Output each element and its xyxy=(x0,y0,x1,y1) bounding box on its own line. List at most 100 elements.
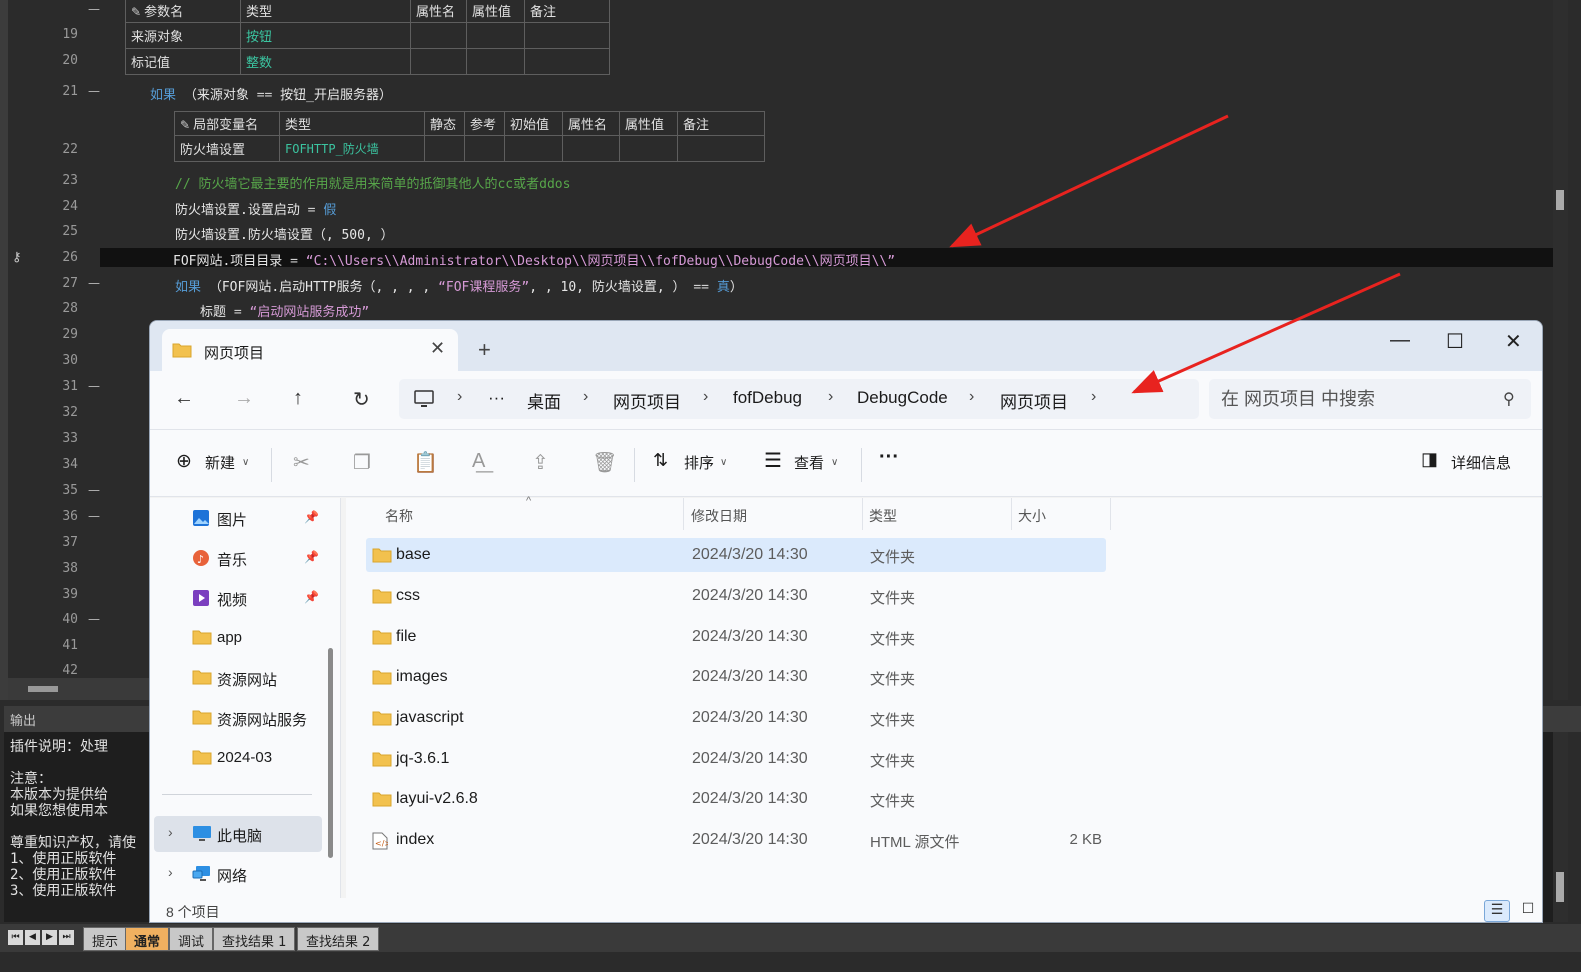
sidebar-item-folder[interactable]: 资源网站服务 xyxy=(154,700,322,736)
chevron-down-icon[interactable]: ∨ xyxy=(720,457,727,468)
file-row[interactable]: layui-v2.6.8 2024/3/20 14:30 文件夹 xyxy=(366,782,1106,816)
forward-button[interactable]: → xyxy=(234,387,254,410)
close-button[interactable]: ✕ xyxy=(1505,329,1522,354)
delete-icon[interactable]: 🗑 xyxy=(592,450,617,475)
explorer-title-bar[interactable]: 网页项目 ✕ + — ☐ ✕ xyxy=(150,321,1542,371)
chevron-down-icon[interactable]: ∨ xyxy=(242,457,249,468)
more-options-button[interactable]: ··· xyxy=(879,446,899,469)
breadcrumb-item-current[interactable]: 网页项目 xyxy=(1000,388,1068,413)
fold-marker[interactable]: — xyxy=(88,379,100,393)
code-line-23-comment[interactable]: // 防火墙它最主要的作用就是用来简单的抵御其他人的cc或者ddos xyxy=(175,173,570,192)
param-name-cell[interactable]: 标记值 xyxy=(125,48,241,75)
tab-find-results-1[interactable]: 查找结果 1 xyxy=(213,927,296,951)
details-view-button[interactable]: ☰ xyxy=(1484,900,1510,922)
param-name-cell[interactable]: 来源对象 xyxy=(125,22,241,49)
chevron-right-icon[interactable]: › xyxy=(168,864,173,880)
computer-icon[interactable] xyxy=(413,389,435,412)
column-header-type[interactable]: 类型 xyxy=(869,506,897,526)
pin-icon[interactable]: 📌 xyxy=(304,590,319,604)
refresh-button[interactable]: ↻ xyxy=(353,387,370,412)
file-row[interactable]: images 2024/3/20 14:30 文件夹 xyxy=(366,660,1106,694)
sidebar-item-folder[interactable]: 资源网站 xyxy=(154,660,322,696)
editor-vertical-scrollbar[interactable] xyxy=(1553,0,1568,700)
cut-icon[interactable]: ✂ xyxy=(293,450,310,475)
scrollbar-thumb[interactable] xyxy=(28,686,58,692)
fold-marker[interactable]: — xyxy=(88,612,100,626)
code-line-26[interactable]: FOF网站.项目目录 = “C:\\Users\\Administrator\\… xyxy=(173,250,895,269)
search-input[interactable] xyxy=(1221,386,1491,412)
tab-close-icon[interactable]: ✕ xyxy=(430,338,445,359)
column-header-name[interactable]: 名称 xyxy=(385,506,413,526)
output-vertical-scrollbar[interactable] xyxy=(1553,732,1568,922)
breadcrumb-item[interactable]: DebugCode xyxy=(857,388,948,408)
sidebar-item-music[interactable]: ♪ 音乐 📌 xyxy=(154,540,322,576)
new-tab-button[interactable]: + xyxy=(478,339,491,361)
file-row[interactable]: base 2024/3/20 14:30 文件夹 xyxy=(366,538,1106,572)
local-var-type-cell[interactable]: FOFHTTP_防火墙 xyxy=(279,135,425,162)
sidebar-item-this-pc[interactable]: › 此电脑 xyxy=(154,816,322,852)
view-button[interactable]: 查看 xyxy=(794,452,824,473)
details-pane-icon[interactable]: ◨ xyxy=(1421,449,1438,470)
file-row[interactable]: jq-3.6.1 2024/3/20 14:30 文件夹 xyxy=(366,742,1106,776)
sort-icon[interactable]: ⇅ xyxy=(653,450,668,471)
fold-marker[interactable]: — xyxy=(88,2,100,16)
breadcrumb-more[interactable]: ··· xyxy=(488,388,505,408)
share-icon[interactable]: ⇪ xyxy=(532,450,549,475)
tab-hint[interactable]: 提示 xyxy=(83,927,128,951)
code-line-28[interactable]: 标题 = “启动网站服务成功” xyxy=(200,301,369,320)
column-divider[interactable] xyxy=(1110,498,1111,530)
breadcrumb[interactable]: › ··· 桌面 › 网页项目 › fofDebug › DebugCode ›… xyxy=(399,379,1199,419)
plus-circle-icon[interactable]: ⊕ xyxy=(176,450,192,473)
new-button[interactable]: 新建 xyxy=(205,452,235,473)
sidebar-item-videos[interactable]: 视频 📌 xyxy=(154,580,322,616)
code-line-24[interactable]: 防火墙设置.设置启动 = 假 xyxy=(175,199,336,218)
paste-icon[interactable]: 📋 xyxy=(413,450,438,475)
prev-tab-button[interactable]: ◀ xyxy=(25,930,40,945)
column-header-date[interactable]: 修改日期 xyxy=(691,506,747,526)
sidebar-scrollbar[interactable] xyxy=(328,648,333,858)
code-line-27[interactable]: 如果 （FOF网站.启动HTTP服务（, , , , “FOF课程服务”, , … xyxy=(175,276,743,295)
breadcrumb-separator[interactable]: › xyxy=(1091,388,1096,406)
column-divider[interactable] xyxy=(683,498,684,530)
code-line-25[interactable]: 防火墙设置.防火墙设置（, 500, ） xyxy=(175,224,394,243)
search-box[interactable]: ⚲ xyxy=(1209,379,1531,419)
fold-marker[interactable]: — xyxy=(88,84,100,98)
breadcrumb-item-desktop[interactable]: 桌面 xyxy=(527,388,561,413)
sidebar-item-folder[interactable]: app xyxy=(154,620,322,656)
fold-marker[interactable]: — xyxy=(88,509,100,523)
maximize-button[interactable]: ☐ xyxy=(1446,329,1464,354)
search-icon[interactable]: ⚲ xyxy=(1503,389,1515,409)
tab-debug[interactable]: 调试 xyxy=(169,927,214,951)
file-row[interactable]: </> index 2024/3/20 14:30 HTML 源文件 2 KB xyxy=(366,823,1106,857)
file-row[interactable]: file 2024/3/20 14:30 文件夹 xyxy=(366,620,1106,654)
editor-horizontal-scrollbar[interactable] xyxy=(8,678,158,700)
column-divider[interactable] xyxy=(862,498,863,530)
sidebar-item-pictures[interactable]: 图片 📌 xyxy=(154,500,322,536)
pin-icon[interactable]: 📌 xyxy=(304,510,319,524)
fold-marker[interactable]: — xyxy=(88,276,100,290)
pane-divider[interactable] xyxy=(340,498,341,898)
fold-marker[interactable]: — xyxy=(88,483,100,497)
tiles-view-button[interactable]: ☐ xyxy=(1516,900,1540,922)
local-var-name-cell[interactable]: 防火墙设置 xyxy=(174,135,280,162)
back-button[interactable]: ← xyxy=(174,387,194,410)
view-icon[interactable]: ☰ xyxy=(764,448,782,473)
last-tab-button[interactable]: ⏭ xyxy=(59,930,74,945)
param-type-cell[interactable]: 按钮 xyxy=(240,22,411,49)
up-button[interactable]: ↑ xyxy=(293,387,303,410)
breadcrumb-item[interactable]: 网页项目 xyxy=(613,388,681,413)
sidebar-item-folder[interactable]: 2024-03 xyxy=(154,740,322,776)
chevron-down-icon[interactable]: ∨ xyxy=(831,457,838,468)
breadcrumb-item[interactable]: fofDebug xyxy=(733,388,802,408)
scrollbar-thumb[interactable] xyxy=(1556,190,1564,210)
scrollbar-thumb[interactable] xyxy=(1556,872,1564,902)
tab-find-results-2[interactable]: 查找结果 2 xyxy=(297,927,380,951)
file-row[interactable]: javascript 2024/3/20 14:30 文件夹 xyxy=(366,701,1106,735)
minimize-button[interactable]: — xyxy=(1390,329,1410,352)
details-button[interactable]: 详细信息 xyxy=(1451,452,1511,473)
sidebar-item-network[interactable]: › 网络 xyxy=(154,856,322,892)
first-tab-button[interactable]: ⏮ xyxy=(8,930,23,945)
column-header-size[interactable]: 大小 xyxy=(1018,506,1046,526)
tab-normal[interactable]: 通常 xyxy=(125,927,170,951)
column-divider[interactable] xyxy=(1011,498,1012,530)
